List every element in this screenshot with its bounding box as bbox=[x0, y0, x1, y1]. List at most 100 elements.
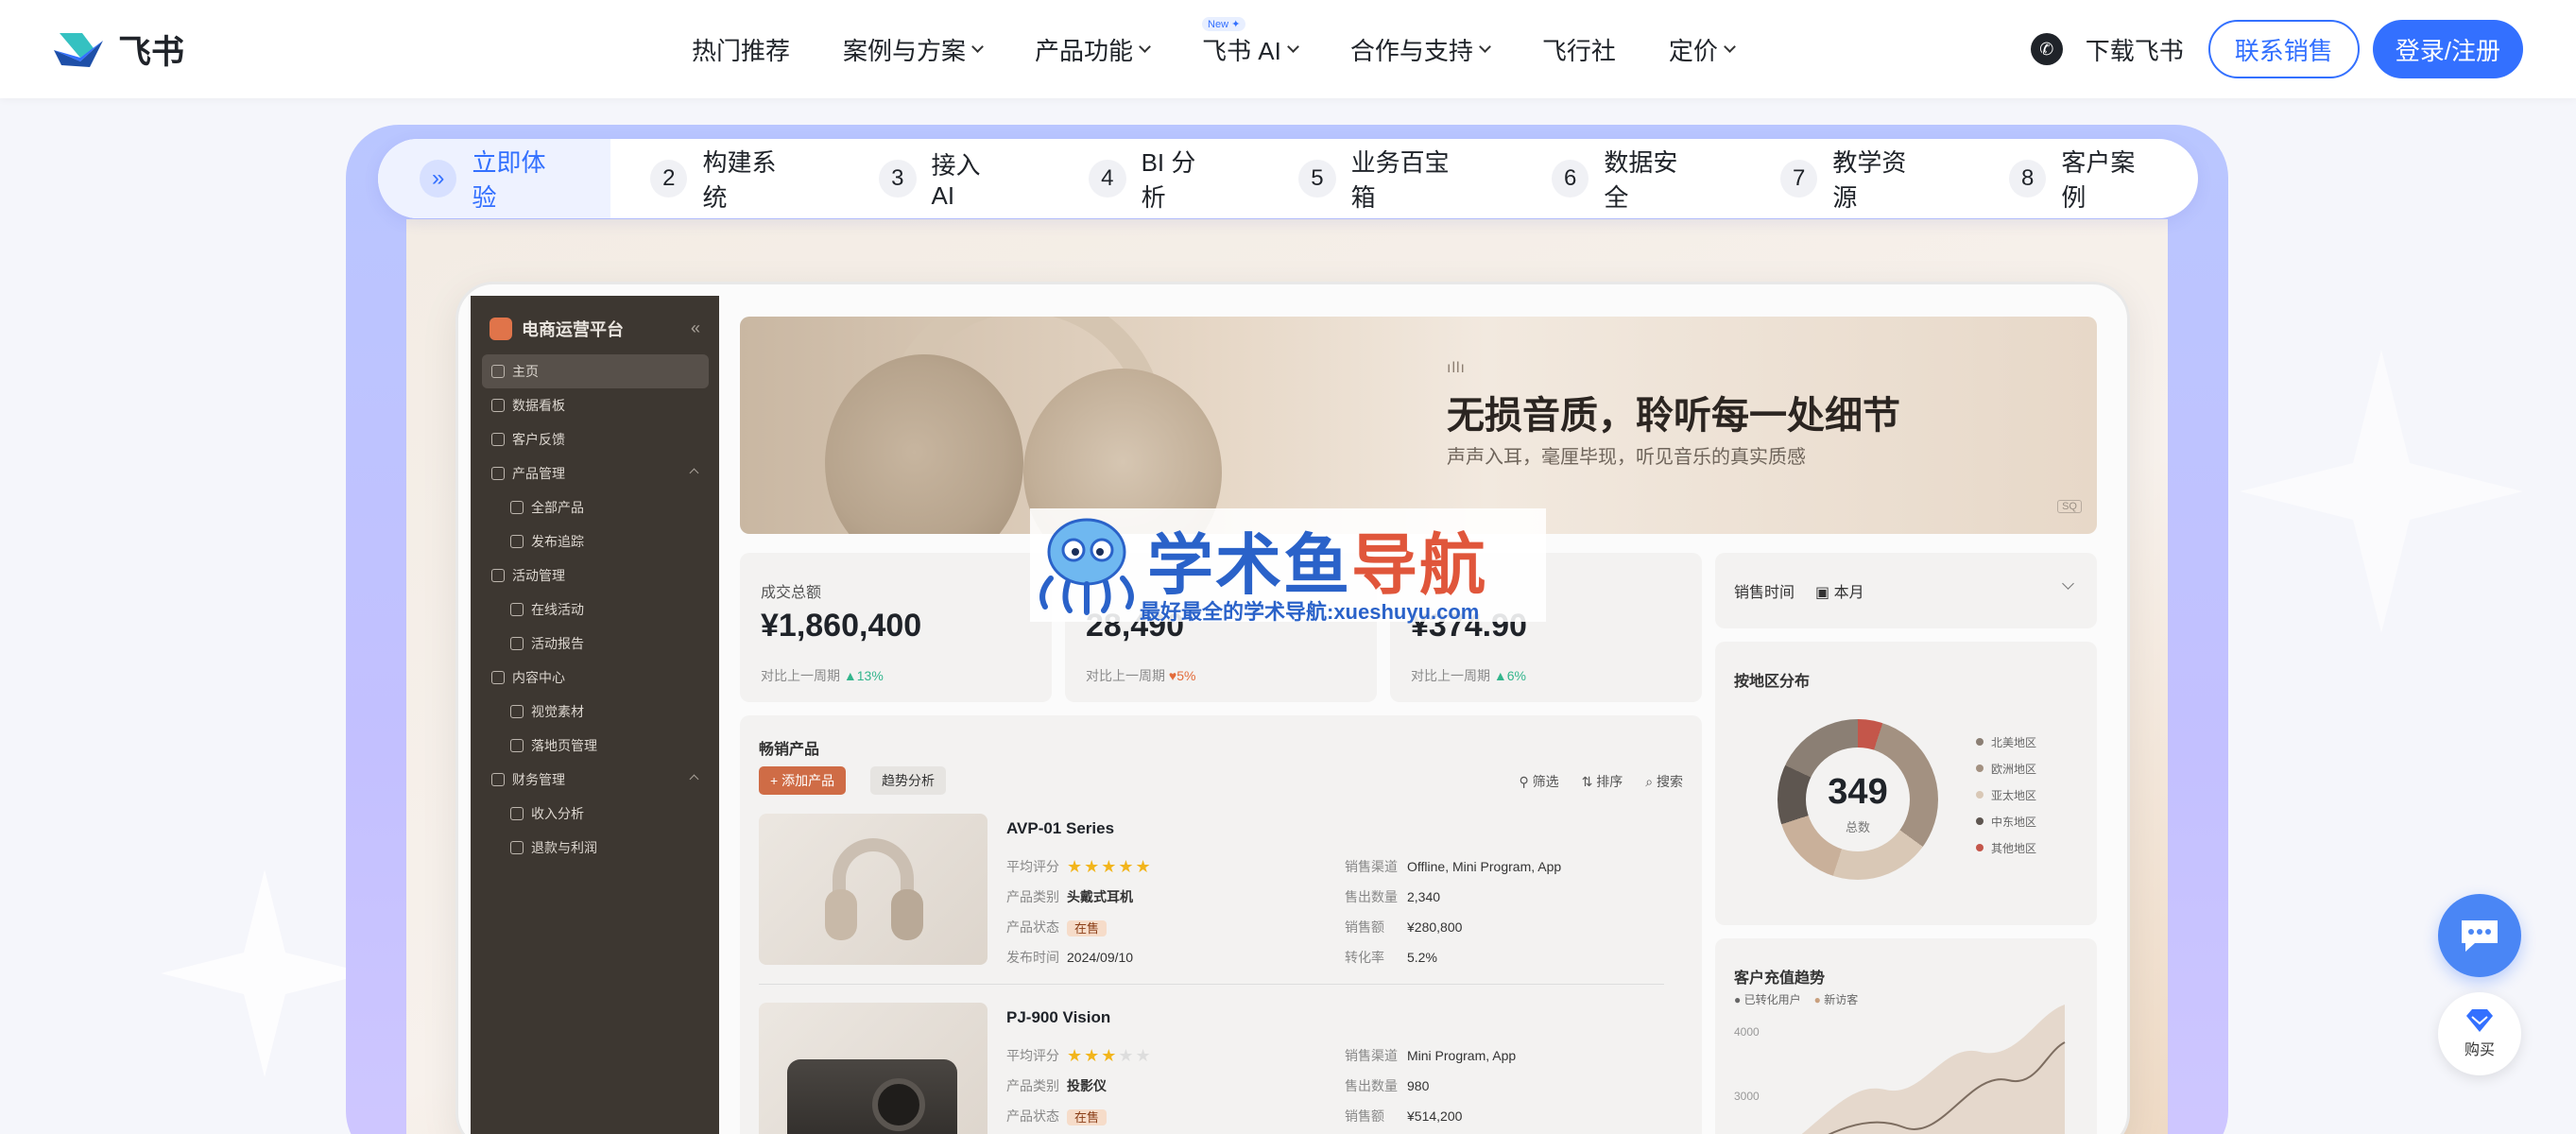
sidebar-item-report[interactable]: 活动报告 bbox=[482, 627, 709, 661]
page-icon bbox=[510, 739, 524, 752]
phone-icon[interactable]: ✆ bbox=[2030, 33, 2063, 65]
sidebar-group-products[interactable]: 产品管理 bbox=[482, 456, 709, 490]
feishu-logo[interactable]: 飞书 bbox=[52, 28, 184, 71]
kpi-label: 成交总额 bbox=[761, 585, 822, 601]
banner-title: 无损音质，聆听每一处细节 bbox=[1447, 395, 1900, 437]
legend-label: 欧洲地区 bbox=[1991, 762, 2037, 776]
menu-ai[interactable]: New ✦ 飞书 AI bbox=[1202, 16, 1299, 67]
tool-label: 筛选 bbox=[1532, 774, 1559, 789]
sort-button[interactable]: ⇅ 排序 bbox=[1582, 772, 1623, 791]
sidebar-item-label: 发布追踪 bbox=[531, 534, 584, 549]
menu-pricing[interactable]: 定价 bbox=[1668, 32, 1736, 67]
sidebar-item-revenue[interactable]: 收入分析 bbox=[482, 797, 709, 831]
top-navbar: 飞书 热门推荐 案例与方案 产品功能 New ✦ 飞书 AI 合作与支持 飞行社 … bbox=[0, 0, 2576, 98]
detail-label: 平均评分 bbox=[1006, 1048, 1059, 1063]
sidebar-item-visuals[interactable]: 视觉素材 bbox=[482, 695, 709, 729]
legend-label: 其他地区 bbox=[1991, 841, 2037, 855]
sidebar-item-campaigns[interactable]: 活动管理 bbox=[482, 558, 709, 593]
step-tab-security[interactable]: 6 数据安全 bbox=[1512, 139, 1741, 218]
chevron-down-icon bbox=[1724, 40, 1736, 53]
buy-button[interactable]: 购买 bbox=[2438, 992, 2521, 1075]
step-tab-try[interactable]: » 立即体验 bbox=[378, 139, 611, 218]
sidebar-item-label: 退款与利润 bbox=[531, 840, 597, 855]
bulb-icon bbox=[491, 773, 505, 786]
detail-value: 2024/09/10 bbox=[1067, 950, 1134, 965]
chat-button[interactable] bbox=[2438, 894, 2521, 977]
menu-hot[interactable]: 热门推荐 bbox=[692, 32, 790, 67]
sidebar-item-release[interactable]: 发布追踪 bbox=[482, 524, 709, 558]
download-link[interactable]: 下载飞书 bbox=[2086, 32, 2184, 67]
sidebar-item-online[interactable]: 在线活动 bbox=[482, 593, 709, 627]
sidebar-item-label: 财务管理 bbox=[512, 772, 565, 787]
detail-label: 转化率 bbox=[1345, 950, 1384, 965]
delta-up: ▲6% bbox=[1493, 668, 1526, 683]
sidebar-item-all-products[interactable]: 全部产品 bbox=[482, 490, 709, 524]
product-name: AVP-01 Series bbox=[1006, 819, 1115, 837]
sidebar-item-refund[interactable]: 退款与利润 bbox=[482, 831, 709, 865]
status-badge: 在售 bbox=[1067, 919, 1108, 936]
step-tabs: » 立即体验 2 构建系统 3 接入 AI 4 BI 分析 5 业务百宝箱 6 数据安全 7… bbox=[378, 139, 2198, 218]
kpi-compare-label: 对比上一周期 bbox=[761, 668, 840, 683]
detail-label: 销售额 bbox=[1345, 1108, 1384, 1124]
promo-banner[interactable]: ıllı 无损音质，聆听每一处细节 声声入耳，毫厘毕现，听见音乐的真实质感 SQ bbox=[740, 317, 2097, 534]
login-button[interactable]: 登录/注册 bbox=[2372, 20, 2523, 78]
legend-dot bbox=[1976, 738, 1984, 746]
step-tab-toolbox[interactable]: 5 业务百宝箱 bbox=[1259, 139, 1512, 218]
sales-time-select[interactable]: 销售时间 ▣ 本月 bbox=[1715, 553, 2097, 628]
sidebar-item-label: 客户反馈 bbox=[512, 432, 565, 447]
sidebar-item-home[interactable]: 主页 bbox=[482, 354, 709, 388]
detail-label: 销售额 bbox=[1345, 919, 1384, 935]
detail-value: 2,340 bbox=[1407, 889, 1441, 904]
step-tab-bi[interactable]: 4 BI 分析 bbox=[1049, 139, 1259, 218]
delta-down: ♥5% bbox=[1168, 668, 1196, 683]
filter-button[interactable]: ⚲ 筛选 bbox=[1519, 772, 1558, 791]
search-button[interactable]: ⌕ 搜索 bbox=[1645, 772, 1683, 791]
menu-cases[interactable]: 案例与方案 bbox=[843, 32, 984, 67]
sidebar-item-dashboard[interactable]: 数据看板 bbox=[482, 388, 709, 422]
kpi-delta: 13% bbox=[856, 668, 884, 683]
detail-label: 销售渠道 bbox=[1345, 859, 1398, 874]
add-product-button[interactable]: + 添加产品 bbox=[759, 766, 847, 795]
headphone-product-image bbox=[759, 814, 987, 965]
nav-actions: ✆ 下载飞书 联系销售 登录/注册 bbox=[2030, 20, 2523, 78]
palette-icon bbox=[510, 705, 524, 718]
sidebar-group-finance[interactable]: 财务管理 bbox=[482, 763, 709, 797]
menu-label: 定价 bbox=[1668, 36, 1718, 65]
brand-name: 飞书 bbox=[118, 33, 185, 71]
step-tab-build[interactable]: 2 构建系统 bbox=[610, 139, 839, 218]
detail-row: 平均评分 ★★★★★ 销售渠道 Offline, Mini Program, App bbox=[1006, 851, 1658, 882]
tool-label: 搜索 bbox=[1657, 774, 1683, 789]
legend-item: 其他地区 bbox=[1976, 834, 2036, 861]
app-title-text: 电商运营平台 bbox=[522, 320, 624, 339]
menu-features[interactable]: 产品功能 bbox=[1035, 32, 1151, 67]
detail-value: 头戴式耳机 bbox=[1067, 889, 1133, 904]
product-item[interactable]: PJ-900 Vision 平均评分 ★★★★★ 销售渠道 Mini Program,… bbox=[759, 1003, 1664, 1134]
detail-row: 产品类别 投影仪 售出数量 980 bbox=[1006, 1071, 1658, 1101]
sidebar-item-landing[interactable]: 落地页管理 bbox=[482, 729, 709, 763]
step-label: 立即体验 bbox=[472, 148, 546, 212]
chevron-down-icon bbox=[1478, 40, 1491, 53]
step-tab-ai[interactable]: 3 接入 AI bbox=[839, 139, 1049, 218]
sidebar-item-label: 全部产品 bbox=[531, 500, 584, 515]
step-label: 业务百宝箱 bbox=[1350, 148, 1450, 212]
kpi-value: ¥1,860,400 bbox=[761, 608, 922, 644]
sound-wave-icon: ıllı bbox=[1447, 360, 1466, 376]
step-tab-learning[interactable]: 7 教学资源 bbox=[1741, 139, 1969, 218]
kpi-delta: 6% bbox=[1506, 668, 1526, 683]
detail-label: 产品状态 bbox=[1006, 919, 1059, 935]
sidebar-item-feedback[interactable]: 客户反馈 bbox=[482, 422, 709, 456]
trend-analysis-button[interactable]: 趋势分析 bbox=[870, 766, 946, 795]
menu-club[interactable]: 飞行社 bbox=[1542, 32, 1616, 67]
step-number: 6 bbox=[1551, 160, 1589, 198]
product-details: 平均评分 ★★★★★ 销售渠道 Offline, Mini Program, App … bbox=[1006, 851, 1658, 972]
sidebar-item-content[interactable]: 内容中心 bbox=[482, 661, 709, 695]
legend-label: 中东地区 bbox=[1991, 815, 2037, 829]
product-item[interactable]: AVP-01 Series 平均评分 ★★★★★ 销售渠道 Offline, Mini… bbox=[759, 814, 1664, 974]
collapse-icon[interactable]: « bbox=[691, 318, 700, 338]
chevron-down-icon bbox=[971, 40, 984, 53]
status-cell: 在售 bbox=[1067, 919, 1345, 936]
contact-sales-button[interactable]: 联系销售 bbox=[2207, 20, 2360, 78]
step-tab-cases[interactable]: 8 客户案例 bbox=[1969, 139, 2198, 218]
menu-partner[interactable]: 合作与支持 bbox=[1350, 32, 1491, 67]
donut-total: 349 bbox=[1828, 772, 1888, 812]
